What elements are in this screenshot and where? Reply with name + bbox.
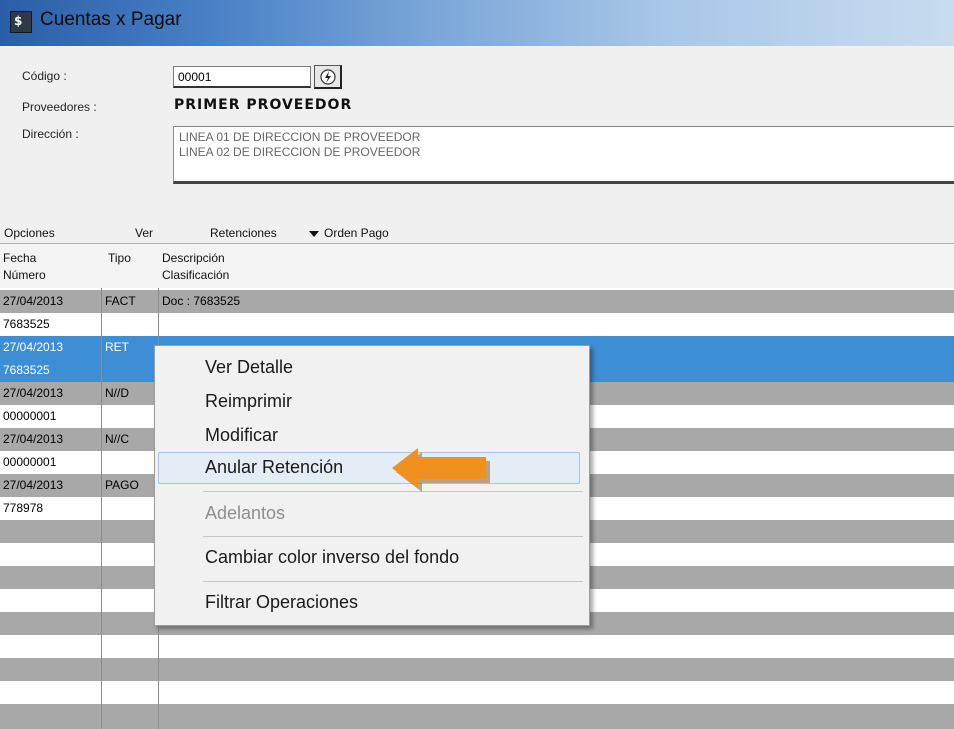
column-divider bbox=[101, 288, 102, 729]
menu-opciones[interactable]: Opciones bbox=[4, 226, 55, 240]
cell-numero: 7683525 bbox=[3, 317, 50, 331]
lightning-icon bbox=[320, 69, 336, 85]
cell-numero: 778978 bbox=[3, 501, 44, 515]
cell-numero: 00000001 bbox=[3, 455, 57, 469]
direccion-field[interactable]: LINEA 01 DE DIRECCION DE PROVEEDOR LINEA… bbox=[173, 126, 954, 184]
app-icon: $ bbox=[10, 11, 32, 33]
menu-item-cambiar-color[interactable]: Cambiar color inverso del fondo bbox=[205, 547, 459, 568]
menu-item-reimprimir[interactable]: Reimprimir bbox=[205, 391, 292, 412]
cell-fecha: 27/04/2013 bbox=[3, 340, 64, 354]
col-header-clasificacion[interactable]: Clasificación bbox=[162, 267, 229, 283]
cell-numero: 7683525 bbox=[3, 363, 50, 377]
menu-item-filtrar-operaciones[interactable]: Filtrar Operaciones bbox=[205, 592, 358, 613]
direccion-label: Dirección : bbox=[22, 127, 79, 141]
orange-arrow-icon bbox=[392, 448, 490, 492]
dropdown-arrow-icon[interactable] bbox=[309, 231, 319, 237]
title-bar: $ Cuentas x Pagar bbox=[0, 0, 954, 46]
table-row-empty[interactable] bbox=[0, 681, 954, 704]
cell-tipo: RET bbox=[105, 340, 129, 354]
menu-item-ver-detalle[interactable]: Ver Detalle bbox=[205, 357, 293, 378]
cell-numero: 00000001 bbox=[3, 409, 57, 423]
context-menu: Ver Detalle Reimprimir Modificar Anular … bbox=[154, 345, 590, 626]
direccion-line-2: LINEA 02 DE DIRECCION DE PROVEEDOR bbox=[179, 145, 421, 159]
col-header-tipo[interactable]: Tipo bbox=[108, 250, 131, 266]
direccion-line-1: LINEA 01 DE DIRECCION DE PROVEEDOR bbox=[179, 130, 421, 144]
col-header-fecha[interactable]: Fecha bbox=[3, 250, 36, 266]
cell-descripcion: Doc : 7683525 bbox=[162, 294, 241, 308]
cell-fecha: 27/04/2013 bbox=[3, 386, 64, 400]
grid-header: Fecha Número Tipo Descripción Clasificac… bbox=[0, 244, 954, 288]
table-row-empty[interactable] bbox=[0, 635, 954, 658]
proveedores-label: Proveedores : bbox=[22, 100, 97, 114]
table-row-empty[interactable] bbox=[0, 704, 954, 729]
cell-tipo: N//D bbox=[105, 386, 129, 400]
menu-orden-pago[interactable]: Orden Pago bbox=[324, 226, 389, 240]
cell-fecha: 27/04/2013 bbox=[3, 432, 64, 446]
menu-ver[interactable]: Ver bbox=[135, 226, 153, 240]
proveedor-name: PRIMER PROVEEDOR bbox=[174, 97, 353, 113]
col-header-numero[interactable]: Número bbox=[3, 267, 46, 283]
cell-tipo: PAGO bbox=[105, 478, 139, 492]
cell-fecha: 27/04/2013 bbox=[3, 478, 64, 492]
lookup-button[interactable] bbox=[314, 65, 342, 89]
menu-retenciones[interactable]: Retenciones bbox=[210, 226, 277, 240]
cell-fecha: 27/04/2013 bbox=[3, 294, 64, 308]
menu-item-adelantos[interactable]: Adelantos bbox=[205, 503, 285, 524]
codigo-label: Código : bbox=[22, 69, 67, 83]
window-title: Cuentas x Pagar bbox=[40, 9, 182, 30]
main-window: $ Cuentas x Pagar Código : 00001 Proveed… bbox=[0, 0, 954, 729]
cell-tipo: N//C bbox=[105, 432, 129, 446]
table-row[interactable]: 7683525 bbox=[0, 313, 954, 336]
table-row[interactable]: 27/04/2013 FACT Doc : 7683525 bbox=[0, 290, 954, 313]
col-header-descripcion[interactable]: Descripción bbox=[162, 250, 225, 266]
codigo-input[interactable]: 00001 bbox=[173, 66, 311, 88]
menu-separator bbox=[203, 536, 583, 537]
menu-item-anular-retencion[interactable]: Anular Retención bbox=[205, 457, 343, 478]
menu-separator bbox=[203, 581, 583, 582]
menu-bar: Opciones Ver Retenciones Orden Pago bbox=[0, 224, 954, 242]
table-row-empty[interactable] bbox=[0, 658, 954, 681]
menu-item-modificar[interactable]: Modificar bbox=[205, 425, 278, 446]
cell-tipo: FACT bbox=[105, 294, 136, 308]
